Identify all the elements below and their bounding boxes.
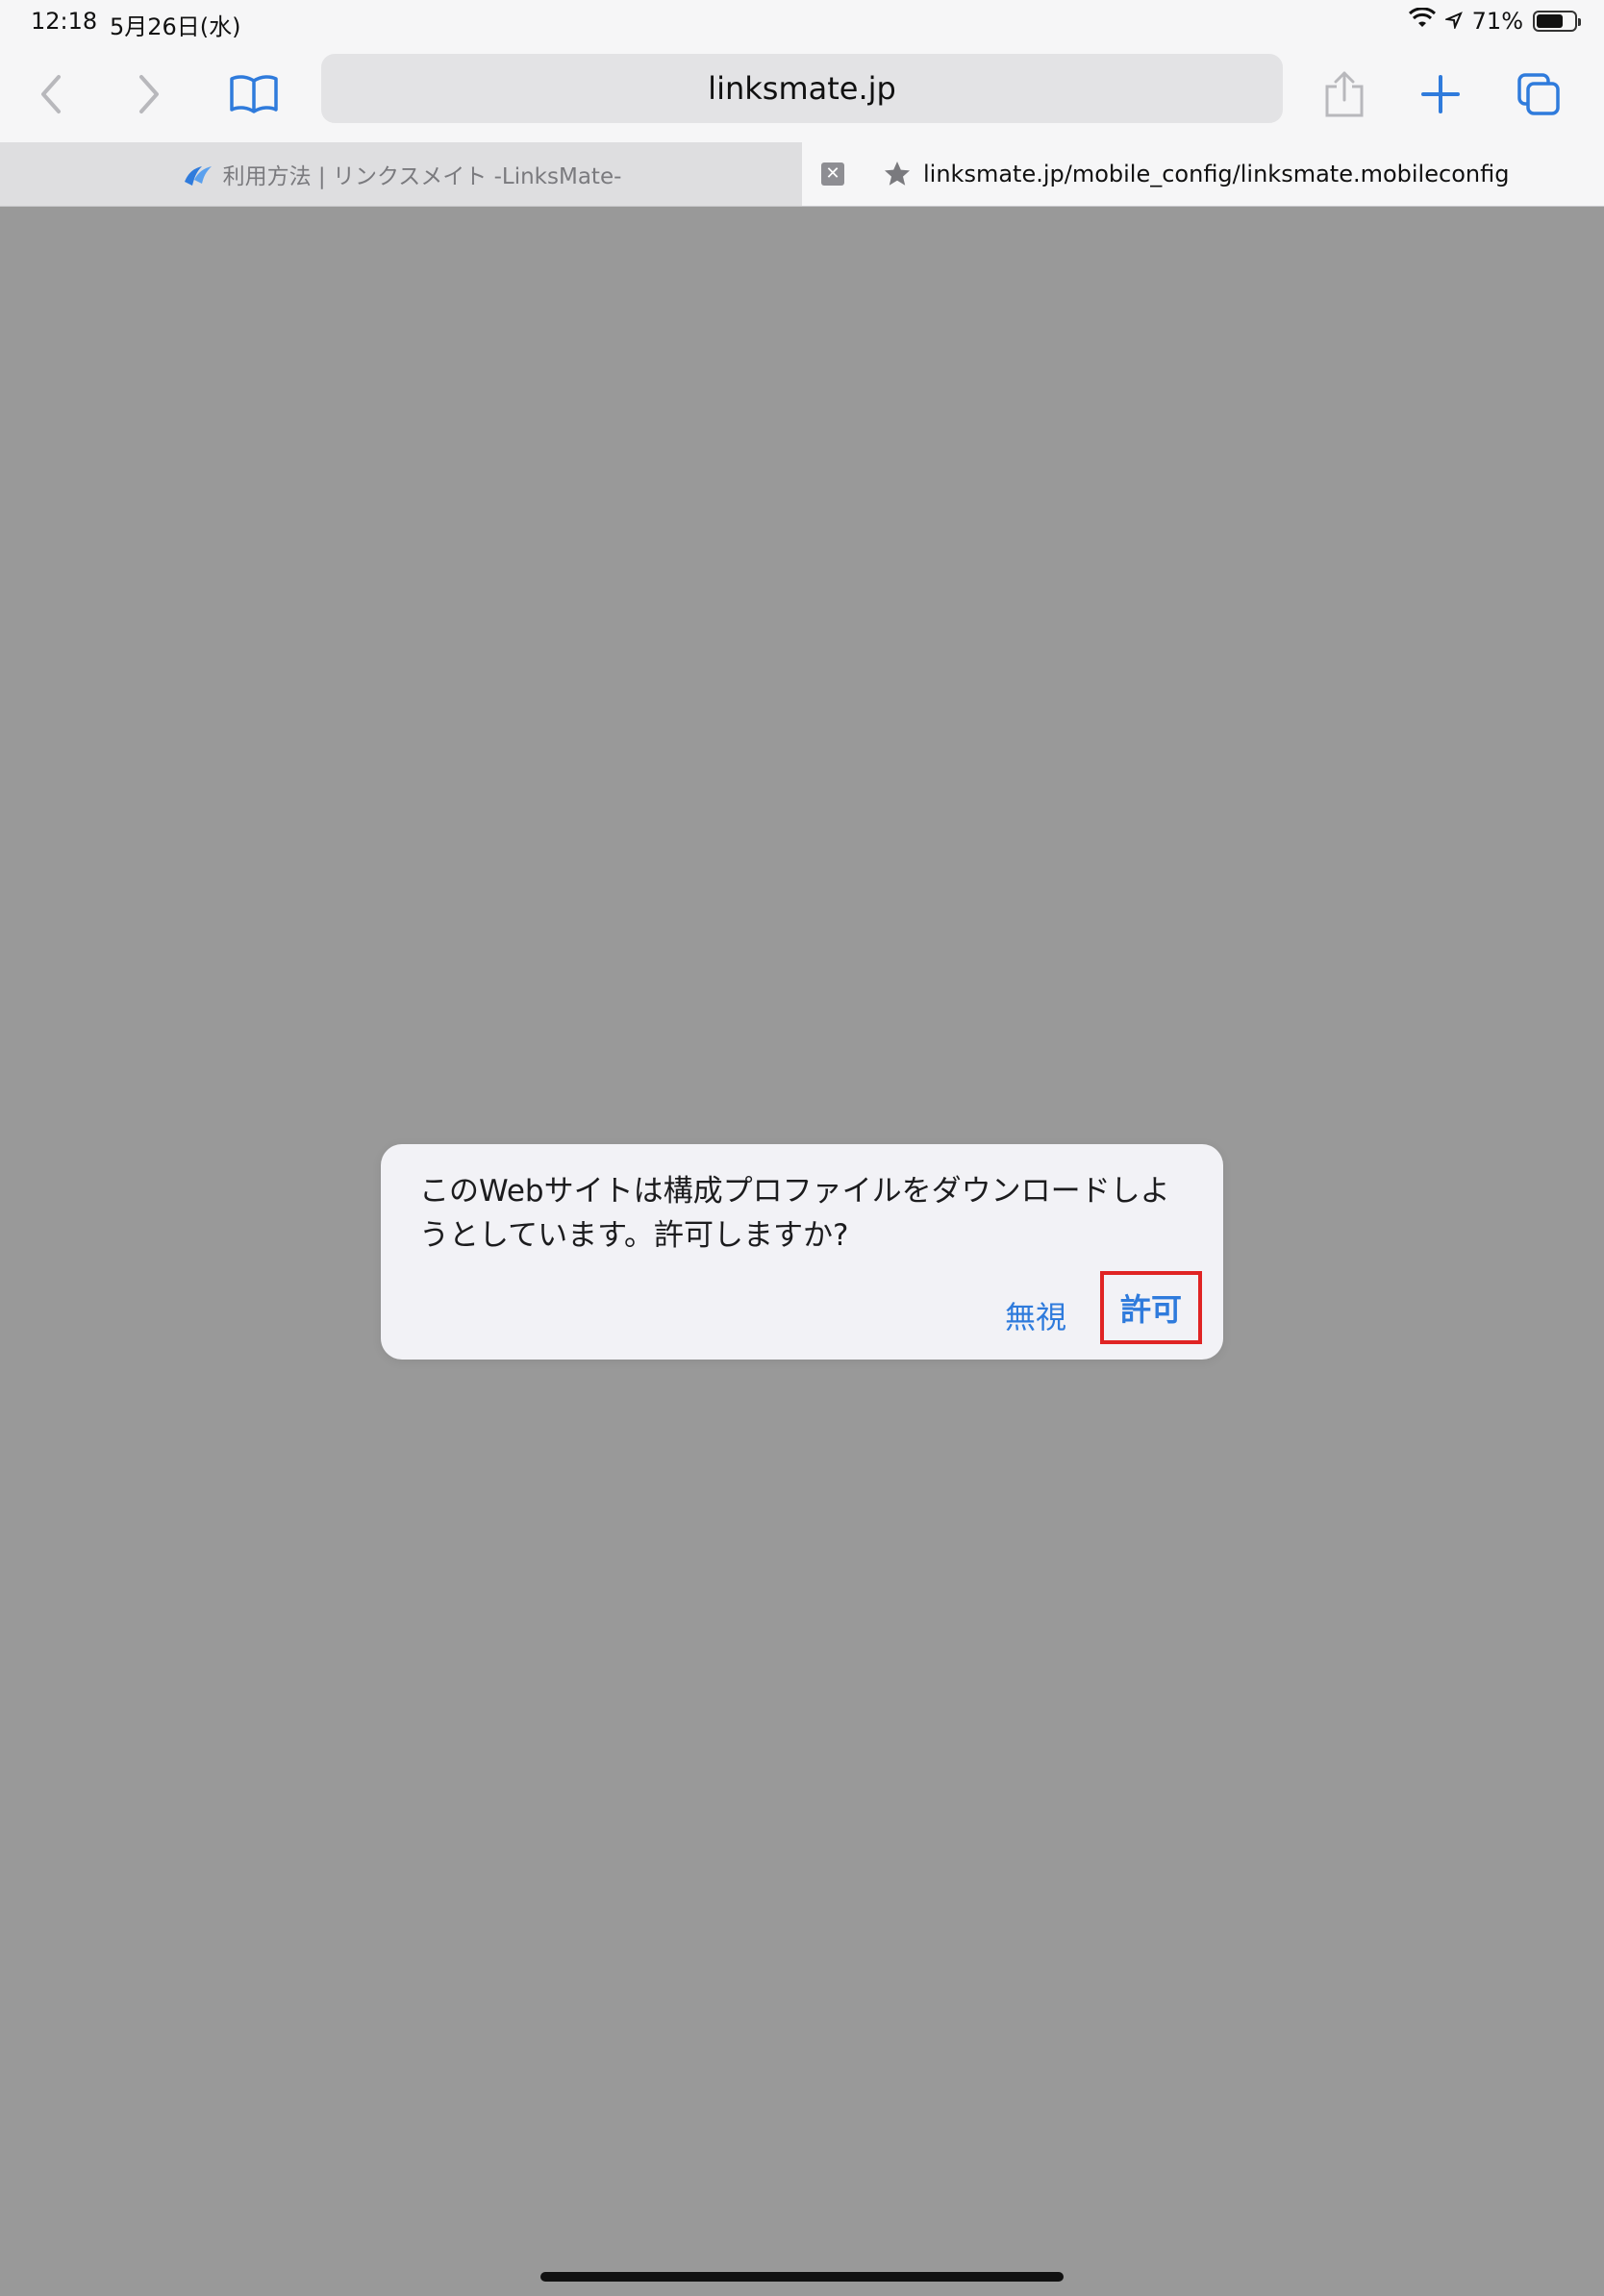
url-text: linksmate.jp xyxy=(708,70,896,107)
battery-icon xyxy=(1533,11,1581,32)
browser-toolbar: linksmate.jp xyxy=(0,46,1604,142)
tab-mobileconfig[interactable]: ✕ linksmate.jp/mobile_config/linksmate.m… xyxy=(802,142,1604,206)
share-icon xyxy=(1325,71,1364,117)
url-field[interactable]: linksmate.jp xyxy=(321,54,1283,123)
status-date: 5月26日(水) xyxy=(110,13,241,40)
battery-percent: 71% xyxy=(1471,8,1523,35)
bookmarks-button[interactable] xyxy=(219,60,288,129)
location-icon xyxy=(1442,8,1463,35)
tabs-icon xyxy=(1517,73,1560,115)
status-right: 71% xyxy=(1408,7,1581,35)
alert-message: このWebサイトは構成プロファイルをダウンロードしようとしています。許可しますか… xyxy=(419,1174,1170,1253)
linksmate-logo-icon xyxy=(184,166,212,186)
bookmarks-icon xyxy=(230,75,278,113)
star-icon xyxy=(885,162,910,186)
share-button[interactable] xyxy=(1310,60,1379,129)
status-bar: 12:18 5月26日(水) 71% xyxy=(0,0,1604,46)
new-tab-button[interactable] xyxy=(1406,60,1475,129)
tab-close-button[interactable]: ✕ xyxy=(821,162,844,186)
forward-icon xyxy=(139,75,159,113)
plus-icon xyxy=(1421,75,1460,113)
tab-title: 利用方法 | リンクスメイト -LinksMate- xyxy=(222,164,622,189)
back-icon xyxy=(41,75,61,113)
battery-level xyxy=(1537,14,1563,28)
back-button[interactable] xyxy=(17,60,87,129)
home-indicator[interactable] xyxy=(540,2272,1064,2282)
tab-bar: 利用方法 | リンクスメイト -LinksMate- ✕ linksmate.j… xyxy=(0,142,1604,207)
wifi-icon xyxy=(1408,7,1436,35)
download-profile-alert: このWebサイトは構成プロファイルをダウンロードしようとしています。許可しますか… xyxy=(381,1144,1223,1360)
allow-button[interactable]: 許可 xyxy=(1100,1271,1202,1344)
status-time: 12:18 xyxy=(31,8,98,35)
forward-button[interactable] xyxy=(113,60,183,129)
tab-linksmate-usage[interactable]: 利用方法 | リンクスメイト -LinksMate- xyxy=(0,142,802,206)
tabs-button[interactable] xyxy=(1504,60,1573,129)
screen: 12:18 5月26日(水) 71% linksmate.jp 利用方法 | リ… xyxy=(0,0,1604,2296)
ignore-button[interactable]: 無視 xyxy=(992,1286,1079,1344)
tab-title: linksmate.jp/mobile_config/linksmate.mob… xyxy=(923,161,1510,187)
